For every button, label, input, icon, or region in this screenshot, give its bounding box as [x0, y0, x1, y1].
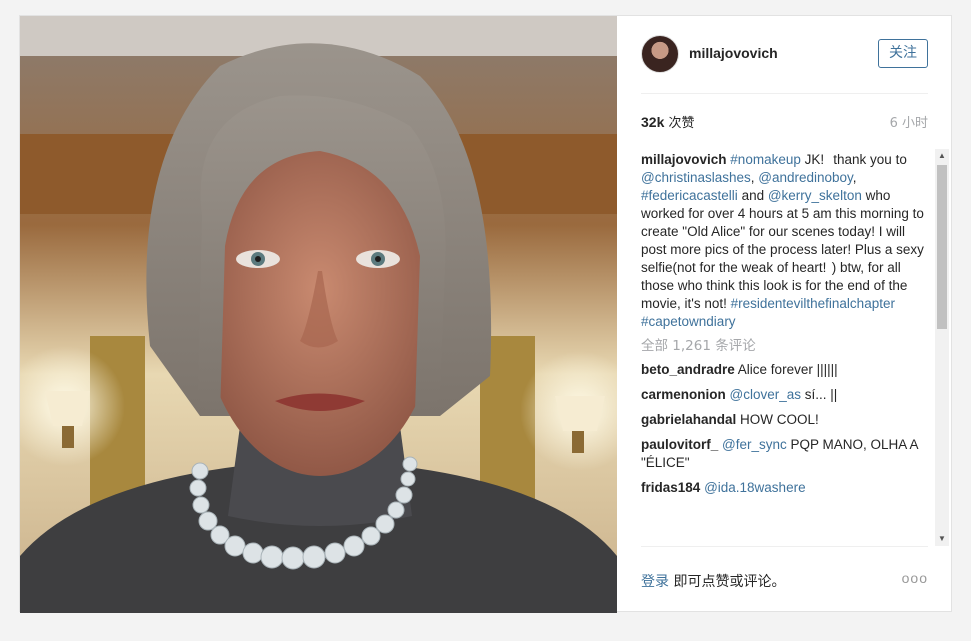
follow-button[interactable]: 关注 — [878, 39, 928, 68]
likes-count[interactable]: 32k 次赞 — [641, 112, 695, 131]
post-photo[interactable] — [20, 16, 617, 613]
hashtag-link[interactable]: #federicacastelli — [641, 188, 738, 203]
comments-list: millajovovich #nomakeup JK! thank you to… — [641, 151, 931, 535]
comment-username[interactable]: fridas184 — [641, 480, 700, 495]
avatar[interactable] — [641, 35, 679, 73]
mention-link[interactable]: @clover_as — [730, 387, 801, 402]
hashtag-link[interactable]: #capetowndiary — [641, 314, 736, 329]
mention-link[interactable]: @christinaslashes — [641, 170, 751, 185]
post-timestamp[interactable]: 6 小时 — [890, 112, 928, 131]
comment-username[interactable]: gabrielahandal — [641, 412, 736, 427]
post-image — [20, 16, 617, 613]
hashtag-link[interactable]: #nomakeup — [730, 152, 801, 167]
comment-item: fridas184 @ida.18washere — [641, 479, 931, 497]
comments-scrollbar[interactable]: ▲ ▼ — [935, 149, 949, 546]
comment-username[interactable]: beto_andradre — [641, 362, 735, 377]
post-footer: 登录 即可点赞或评论。 ooo — [641, 546, 928, 613]
post-stats: 32k 次赞 6 小时 — [641, 112, 928, 132]
mention-link[interactable]: @ida.18washere — [704, 480, 806, 495]
down-arrow-icon[interactable]: ▼ — [935, 532, 949, 546]
caption-username[interactable]: millajovovich — [641, 152, 727, 167]
login-prompt: 登录 即可点赞或评论。 — [641, 574, 786, 590]
mention-link[interactable]: @andredinoboy — [758, 170, 853, 185]
comment-item: carmenonion @clover_as sí... || — [641, 387, 838, 402]
comment-item: beto_andradre Alice forever |||||| — [641, 362, 838, 377]
mention-link[interactable]: @fer_sync — [722, 437, 787, 452]
comment-username[interactable]: carmenonion — [641, 387, 726, 402]
post-side-panel: millajovovich 关注 32k 次赞 6 小时 millajovovi… — [617, 16, 952, 611]
scrollbar-thumb[interactable] — [937, 165, 947, 329]
mention-link[interactable]: @kerry_skelton — [768, 188, 862, 203]
header-username[interactable]: millajovovich — [689, 45, 778, 61]
comment-item: paulovitorf_ @fer_sync PQP MANO, OLHA A … — [641, 437, 918, 470]
post-card: millajovovich 关注 32k 次赞 6 小时 millajovovi… — [19, 15, 952, 613]
hashtag-link[interactable]: #residentevilthefinalchapter — [731, 296, 895, 311]
up-arrow-icon[interactable]: ▲ — [935, 149, 949, 163]
comment-username[interactable]: paulovitorf_ — [641, 437, 718, 452]
more-options-icon[interactable]: ooo — [902, 570, 928, 586]
comment-item: gabrielahandal HOW COOL! — [641, 412, 819, 427]
all-comments-link[interactable]: 全部 1,261 条评论 — [641, 337, 931, 355]
post-caption: millajovovich #nomakeup JK! thank you to… — [641, 152, 924, 329]
post-header: millajovovich 关注 — [641, 16, 928, 94]
login-link[interactable]: 登录 — [641, 574, 669, 590]
